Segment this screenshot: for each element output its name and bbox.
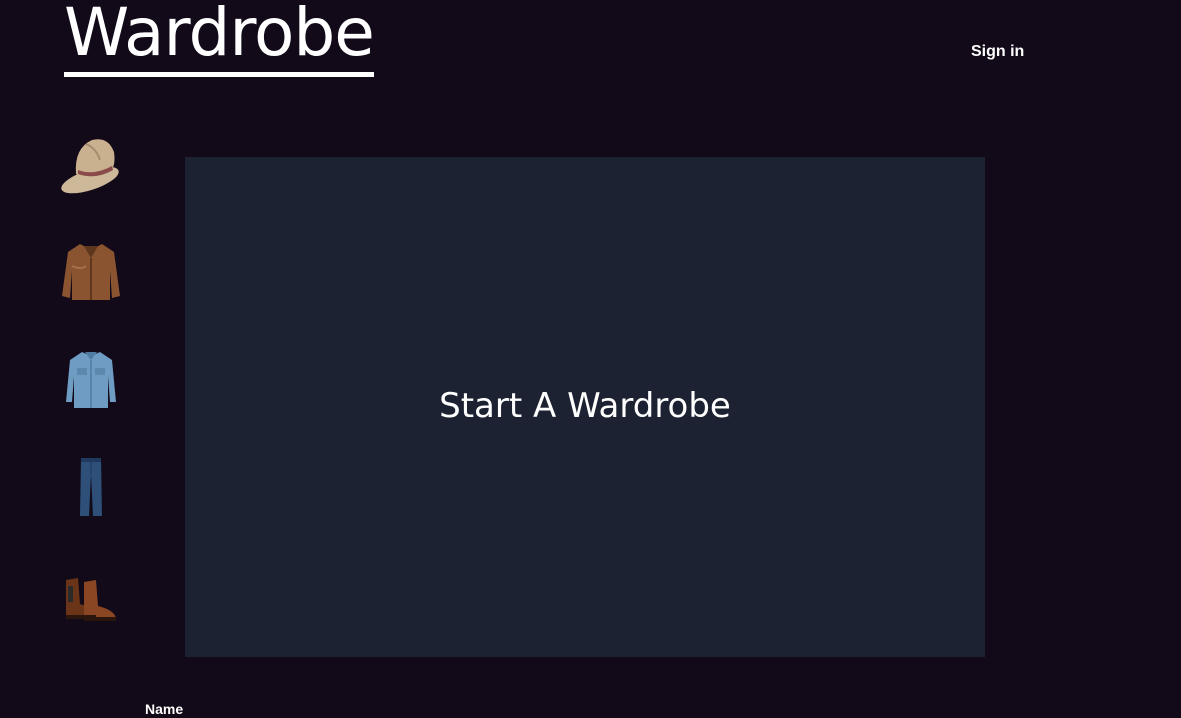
sidebar-item-shirt[interactable]	[56, 344, 126, 414]
jeans-icon	[80, 458, 102, 516]
wardrobe-stage[interactable]: Start A Wardrobe	[185, 157, 985, 657]
sidebar-item-hat[interactable]	[56, 128, 126, 198]
site-logo-link[interactable]: Wardrobe	[64, 0, 375, 77]
sidebar-item-jeans[interactable]	[56, 452, 126, 522]
sidebar-item-jacket[interactable]	[56, 236, 126, 306]
boots-icon	[66, 578, 116, 621]
name-field-label: Name	[145, 701, 184, 717]
sign-in-link[interactable]: Sign in	[971, 43, 1024, 61]
leather-jacket-icon	[62, 244, 120, 300]
denim-shirt-icon	[66, 352, 116, 408]
stage-title: Start A Wardrobe	[439, 386, 731, 426]
page: Wardrobe Sign in Start A Wardrobe Name	[0, 0, 1181, 718]
hat-icon	[61, 139, 119, 194]
sidebar-item-boots[interactable]	[56, 560, 126, 630]
